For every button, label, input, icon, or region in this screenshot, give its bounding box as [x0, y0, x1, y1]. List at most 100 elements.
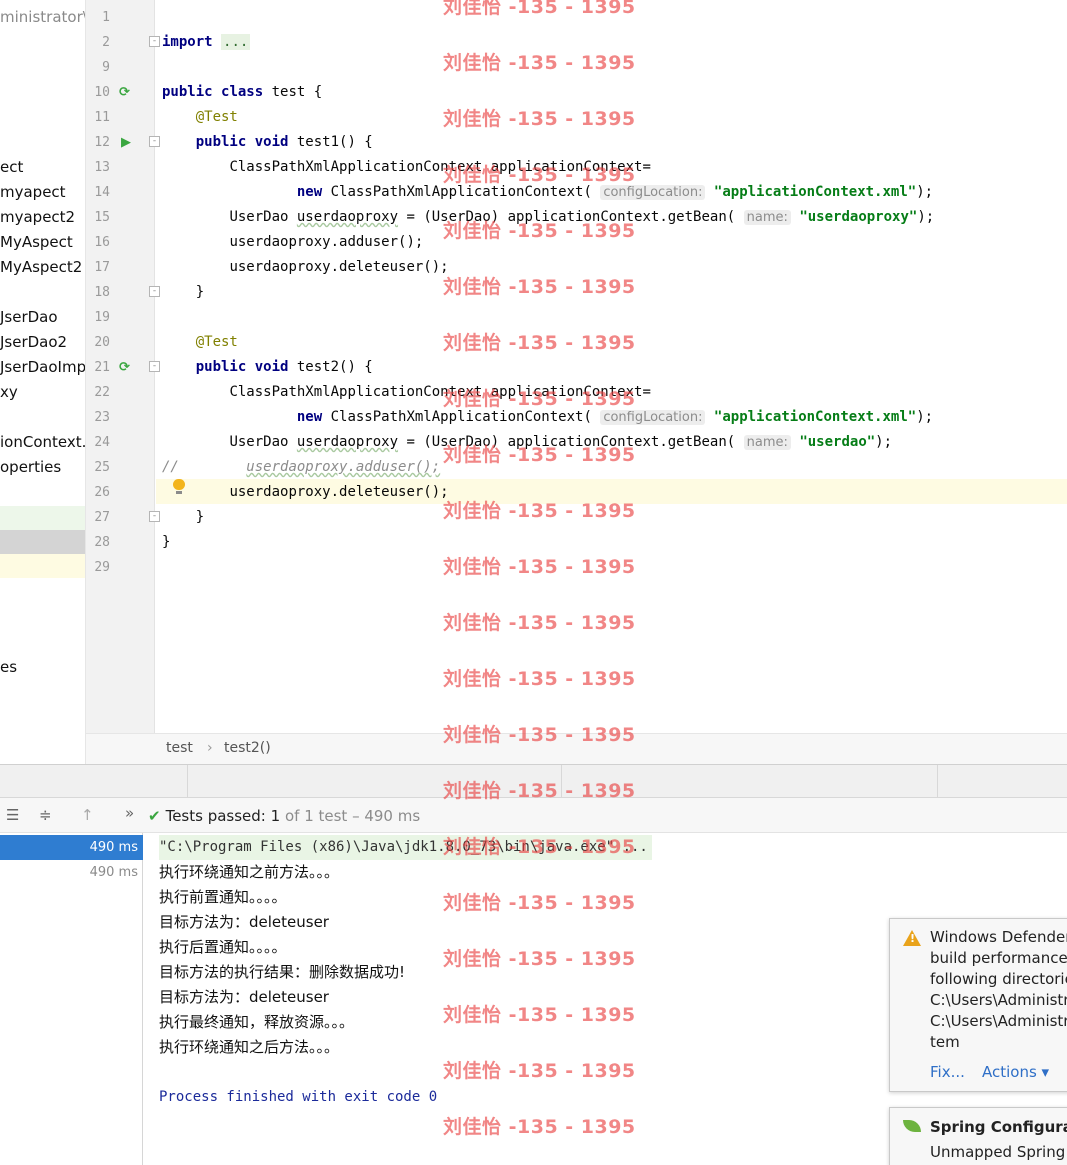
console-line: 目标方法的执行结果：删除数据成功! — [159, 963, 406, 981]
variable: userdaoproxy — [296, 209, 399, 225]
console-command-line[interactable]: "C:\Program Files (x86)\Java\jdk1.8.0_73… — [159, 835, 652, 860]
code-line[interactable]: userdaoproxy.adduser(); — [162, 230, 423, 255]
code-line[interactable]: } — [162, 280, 204, 305]
line-number: 18 — [94, 285, 110, 300]
code-line[interactable]: public void test2() { — [162, 355, 373, 380]
fold-marker-icon[interactable]: - — [149, 136, 160, 147]
project-sidebar: ministrator\ ect myapect myapect2 MyAspe… — [0, 0, 86, 764]
line-number: 9 — [102, 60, 110, 75]
code-line[interactable]: public class test { — [162, 80, 322, 105]
method-signature: test2() { — [288, 359, 373, 375]
code-editor[interactable]: 1 2 9 10 11 12 13 14 15 16 17 18 19 20 2… — [86, 0, 1067, 764]
run-class-icon[interactable]: ⟳ — [119, 80, 130, 105]
test-tree-row[interactable]: 490 ms — [0, 860, 143, 885]
console-exit-line: Process finished with exit code 0 — [159, 1089, 438, 1105]
code-line[interactable]: @Test — [162, 105, 238, 130]
code-line[interactable]: ClassPathXmlApplicationContext applicati… — [162, 155, 650, 180]
actions-dropdown[interactable]: Actions ▾ — [982, 1063, 1049, 1081]
variable: userdaoproxy — [296, 434, 399, 450]
code-text: UserDao — [229, 209, 297, 225]
keyword: public — [195, 359, 247, 375]
line-number: 27 — [94, 510, 110, 525]
sidebar-selected-row[interactable] — [0, 530, 85, 554]
spring-configuration-notification[interactable]: Spring Configurati Unmapped Spring c — [889, 1107, 1067, 1165]
notification-line: Unmapped Spring c — [930, 1143, 1067, 1161]
line-number: 23 — [94, 410, 110, 425]
collapse-all-icon[interactable]: ≑ — [39, 806, 52, 824]
console-line: 执行最终通知，释放资源。。。 — [159, 1013, 355, 1031]
test-tree-row[interactable]: 490 ms — [0, 835, 143, 860]
check-icon: ✔ — [148, 807, 161, 825]
sidebar-item-project-path[interactable]: ministrator\ — [0, 5, 85, 30]
console-line: 目标方法为：deleteuser — [159, 988, 329, 1006]
code-line-commented[interactable]: // userdaoproxy.adduser(); — [162, 455, 440, 480]
fix-link[interactable]: Fix... — [930, 1063, 965, 1081]
code-line[interactable]: } — [162, 505, 204, 530]
sidebar-item-userdao[interactable]: JserDao — [0, 305, 58, 330]
sidebar-item-userdaoimpl[interactable]: JserDaoImp — [0, 355, 85, 380]
sidebar-item-proxy[interactable]: xy — [0, 380, 18, 405]
code-text: = (UserDao) applicationContext.getBean( — [398, 209, 736, 225]
code-line[interactable]: new ClassPathXmlApplicationContext( conf… — [162, 180, 933, 205]
code-line[interactable]: UserDao userdaoproxy = (UserDao) applica… — [162, 205, 934, 230]
annotation: @Test — [195, 334, 238, 350]
breadcrumb-class[interactable]: test — [166, 740, 193, 756]
line-number: 10 — [94, 85, 110, 100]
method-signature: test1() { — [288, 134, 373, 150]
parameter-hint: configLocation: — [600, 410, 706, 425]
fold-marker-icon[interactable]: - — [149, 511, 160, 522]
warning-icon — [903, 930, 921, 946]
editor-breadcrumb: test › test2() — [86, 733, 1067, 764]
expand-all-icon[interactable]: ☰ — [6, 806, 19, 824]
windows-defender-notification[interactable]: Windows Defender build performance. foll… — [889, 918, 1067, 1092]
sidebar-item-applicationcontext[interactable]: ionContext. — [0, 430, 85, 455]
fold-marker-icon[interactable]: - — [149, 286, 160, 297]
breadcrumb-method[interactable]: test2() — [224, 740, 271, 756]
code-line[interactable]: new ClassPathXmlApplicationContext( conf… — [162, 405, 933, 430]
code-line[interactable]: @Test — [162, 330, 238, 355]
toolbar-overflow-icon[interactable]: » — [125, 804, 134, 822]
code-text: = (UserDao) applicationContext.getBean( — [398, 434, 736, 450]
sidebar-item-properties[interactable]: operties — [0, 455, 61, 480]
sidebar-item-myapect2[interactable]: myapect2 — [0, 205, 75, 230]
sidebar-item-myaspect[interactable]: MyAspect — [0, 230, 73, 255]
line-number: 24 — [94, 435, 110, 450]
close-brace: } — [162, 534, 171, 550]
code-line[interactable]: public void test1() { — [162, 130, 373, 155]
fold-marker-icon[interactable]: - — [149, 361, 160, 372]
run-test-icon[interactable]: ▶ — [121, 130, 131, 155]
code-line-current[interactable]: userdaoproxy.deleteuser(); — [162, 480, 449, 505]
close-brace: } — [195, 284, 205, 300]
folded-imports[interactable]: ... — [221, 34, 251, 50]
sidebar-item-aspect-package[interactable]: ect — [0, 155, 23, 180]
comment-marker: // — [162, 459, 179, 475]
test-duration: 490 ms — [89, 865, 138, 880]
line-number: 11 — [94, 110, 110, 125]
test-status: ✔ Tests passed: 1 of 1 test – 490 ms — [148, 807, 420, 825]
code-line[interactable]: UserDao userdaoproxy = (UserDao) applica… — [162, 430, 892, 455]
code-line[interactable]: ClassPathXmlApplicationContext applicati… — [162, 380, 650, 405]
annotation: @Test — [195, 109, 238, 125]
parameter-hint: name: — [743, 435, 791, 450]
code-text: userdaoproxy.deleteuser(); — [229, 484, 449, 500]
sidebar-item-libraries[interactable]: es — [0, 655, 17, 680]
test-results-tree: 490 ms 490 ms — [0, 833, 143, 1165]
line-number: 25 — [94, 460, 110, 475]
keyword: public — [195, 134, 247, 150]
code-line[interactable]: import ... — [162, 30, 251, 55]
commented-code: userdaoproxy.adduser(); — [246, 459, 441, 475]
header-divider — [937, 765, 938, 799]
fold-marker-icon[interactable]: - — [149, 36, 160, 47]
sidebar-item-myaspect2[interactable]: MyAspect2 — [0, 255, 82, 280]
code-line[interactable]: userdaoproxy.deleteuser(); — [162, 255, 448, 280]
line-number: 2 — [102, 35, 110, 50]
sidebar-item-userdao2[interactable]: JserDao2 — [0, 330, 67, 355]
run-test-icon[interactable]: ⟳ — [119, 355, 130, 380]
spring-leaf-icon — [903, 1120, 921, 1132]
code-text: ); — [917, 209, 935, 225]
console-line: 执行环绕通知之前方法。。。 — [159, 863, 340, 881]
sidebar-item-myapect[interactable]: myapect — [0, 180, 66, 205]
previous-failed-icon[interactable]: ↑ — [81, 806, 94, 824]
console-line: 目标方法为：deleteuser — [159, 913, 329, 931]
code-line[interactable]: } — [162, 530, 170, 555]
